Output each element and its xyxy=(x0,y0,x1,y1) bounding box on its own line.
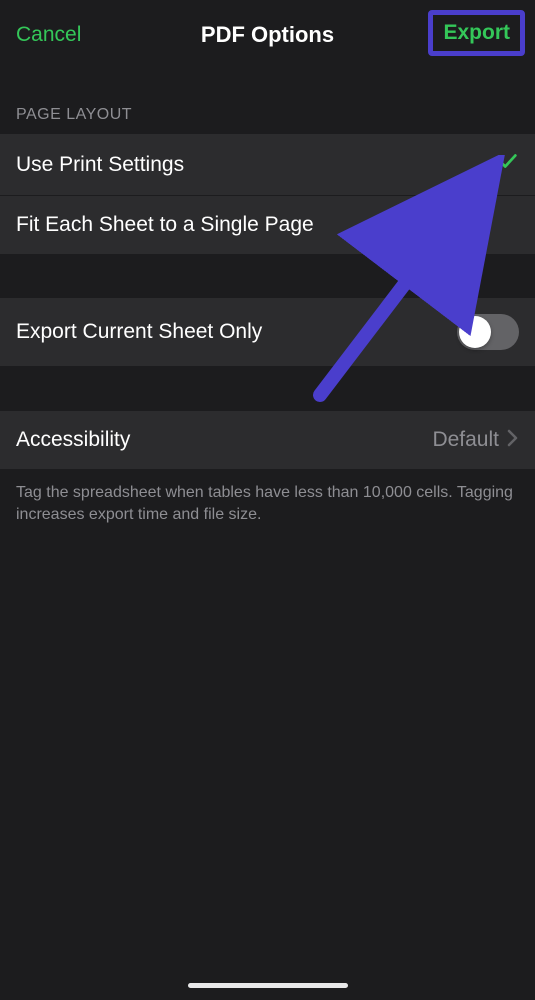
fit-each-sheet-row[interactable]: Fit Each Sheet to a Single Page xyxy=(0,196,535,254)
chevron-right-icon xyxy=(507,427,519,453)
page-title: PDF Options xyxy=(201,22,334,48)
export-button[interactable]: Export xyxy=(443,21,510,45)
accessibility-row[interactable]: Accessibility Default xyxy=(0,411,535,470)
export-current-sheet-row[interactable]: Export Current Sheet Only xyxy=(0,298,535,367)
toggle-knob xyxy=(459,316,491,348)
header: Cancel PDF Options Export xyxy=(0,0,535,70)
page-layout-group: Use Print Settings Fit Each Sheet to a S… xyxy=(0,134,535,254)
page-layout-section-header: PAGE LAYOUT xyxy=(0,70,535,134)
accessibility-value-text: Default xyxy=(432,428,499,452)
export-current-sheet-label: Export Current Sheet Only xyxy=(16,320,262,344)
fit-each-sheet-label: Fit Each Sheet to a Single Page xyxy=(16,213,314,237)
home-indicator xyxy=(188,983,348,988)
use-print-settings-row[interactable]: Use Print Settings xyxy=(0,134,535,196)
export-highlight: Export xyxy=(428,10,525,56)
accessibility-value: Default xyxy=(432,427,519,453)
cancel-button[interactable]: Cancel xyxy=(16,23,81,47)
spacer xyxy=(0,254,535,298)
use-print-settings-label: Use Print Settings xyxy=(16,153,184,177)
export-current-toggle[interactable] xyxy=(457,314,519,350)
checkmark-icon xyxy=(497,150,519,179)
accessibility-footer-text: Tag the spreadsheet when tables have les… xyxy=(0,470,535,537)
spacer xyxy=(0,367,535,411)
accessibility-label: Accessibility xyxy=(16,428,130,452)
